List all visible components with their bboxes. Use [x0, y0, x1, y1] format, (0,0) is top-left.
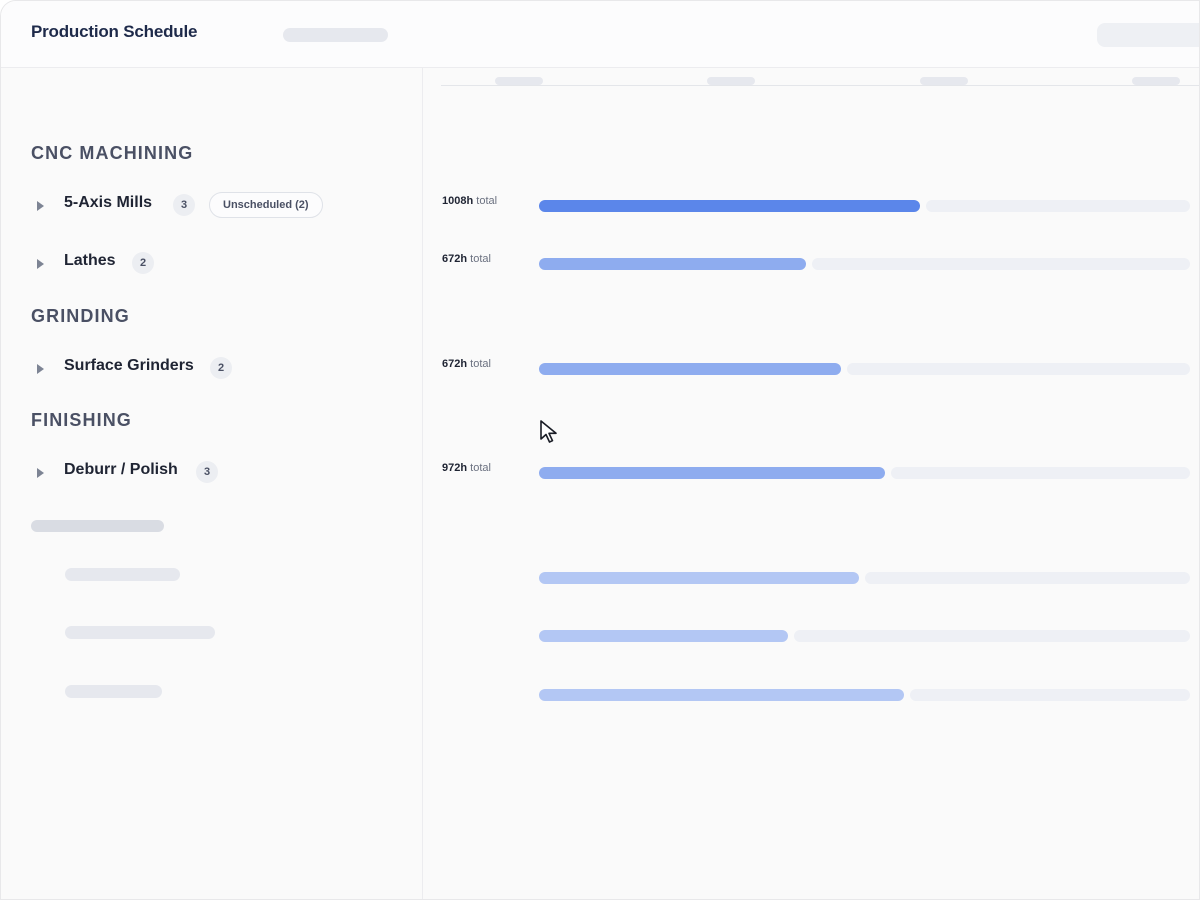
- total-hours-label: 672h total: [442, 253, 491, 265]
- count-badge: 3: [173, 194, 195, 216]
- capacity-track[interactable]: [539, 689, 1190, 701]
- total-hours-value: 672h: [442, 358, 468, 370]
- total-unit: total: [470, 253, 491, 265]
- capacity-track[interactable]: [539, 200, 1190, 212]
- timeline-axis: [441, 85, 1199, 86]
- resource-label: 5-Axis Mills: [64, 194, 153, 211]
- capacity-remaining-bar: [794, 630, 1190, 642]
- date-tick-skeleton: [920, 77, 968, 85]
- group-heading-skeleton: [31, 520, 164, 532]
- resource-label: Surface Grinders: [64, 357, 194, 374]
- caret-right-icon[interactable]: [37, 259, 44, 269]
- resource-row-5-axis-mills[interactable]: 5-Axis Mills 3 Unscheduled (2): [1, 192, 421, 222]
- total-hours-label: 672h total: [442, 358, 491, 370]
- capacity-fill-bar[interactable]: [539, 200, 920, 212]
- toolbar-action-skeleton: [1097, 23, 1199, 47]
- total-unit: total: [470, 462, 491, 474]
- resource-row-skeleton: [65, 626, 215, 639]
- capacity-remaining-bar: [891, 467, 1190, 479]
- capacity-fill-bar[interactable]: [539, 258, 806, 270]
- capacity-track[interactable]: [539, 467, 1190, 479]
- resource-row-lathes[interactable]: Lathes 2: [1, 250, 421, 280]
- count-badge: 3: [196, 461, 218, 483]
- group-heading-grinding: GRINDING: [31, 306, 130, 326]
- total-unit: total: [470, 358, 491, 370]
- count-badge: 2: [210, 357, 232, 379]
- total-hours-label: 1008h total: [442, 195, 497, 207]
- count-badge: 2: [132, 252, 154, 274]
- timeline-panel: 1008h total 672h total 672h total 972h tota…: [423, 68, 1199, 899]
- caret-right-icon[interactable]: [37, 201, 44, 211]
- resource-row-deburr-polish[interactable]: Deburr / Polish 3: [1, 459, 421, 489]
- page-title: Production Schedule: [31, 22, 198, 41]
- total-hours-value: 672h: [442, 253, 468, 265]
- capacity-track[interactable]: [539, 572, 1190, 584]
- capacity-remaining-bar: [910, 689, 1190, 701]
- app-window: Production Schedule CNC MACHINING 5-Axis…: [0, 0, 1200, 900]
- resource-row-surface-grinders[interactable]: Surface Grinders 2: [1, 355, 421, 385]
- capacity-remaining-bar: [812, 258, 1190, 270]
- date-tick-skeleton: [707, 77, 755, 85]
- capacity-fill-bar[interactable]: [539, 363, 841, 375]
- group-heading-cnc: CNC MACHINING: [31, 143, 194, 163]
- mouse-pointer-icon: [540, 420, 557, 443]
- capacity-remaining-bar: [847, 363, 1190, 375]
- caret-right-icon[interactable]: [37, 364, 44, 374]
- date-tick-skeleton: [495, 77, 543, 85]
- resource-row-skeleton: [65, 568, 180, 581]
- resource-label: Deburr / Polish: [64, 461, 178, 478]
- total-unit: total: [476, 195, 498, 207]
- capacity-fill-bar[interactable]: [539, 467, 885, 479]
- capacity-remaining-bar: [865, 572, 1190, 584]
- total-hours-label: 972h total: [442, 462, 491, 474]
- group-heading-finishing: FINISHING: [31, 410, 132, 430]
- capacity-remaining-bar: [926, 200, 1190, 212]
- resource-row-skeleton: [65, 685, 162, 698]
- capacity-fill-bar[interactable]: [539, 630, 788, 642]
- total-hours-value: 972h: [442, 462, 468, 474]
- capacity-track[interactable]: [539, 630, 1190, 642]
- capacity-fill-bar[interactable]: [539, 689, 904, 701]
- resource-sidebar: CNC MACHINING 5-Axis Mills 3 Unscheduled…: [1, 68, 423, 899]
- unscheduled-button[interactable]: Unscheduled (2): [209, 192, 323, 218]
- date-tick-skeleton: [1132, 77, 1180, 85]
- total-hours-value: 1008h: [442, 195, 474, 207]
- caret-right-icon[interactable]: [37, 468, 44, 478]
- capacity-track[interactable]: [539, 258, 1190, 270]
- top-bar: Production Schedule: [1, 1, 1199, 68]
- search-placeholder-skeleton: [283, 28, 388, 42]
- capacity-fill-bar[interactable]: [539, 572, 859, 584]
- capacity-track[interactable]: [539, 363, 1190, 375]
- resource-label: Lathes: [64, 252, 116, 269]
